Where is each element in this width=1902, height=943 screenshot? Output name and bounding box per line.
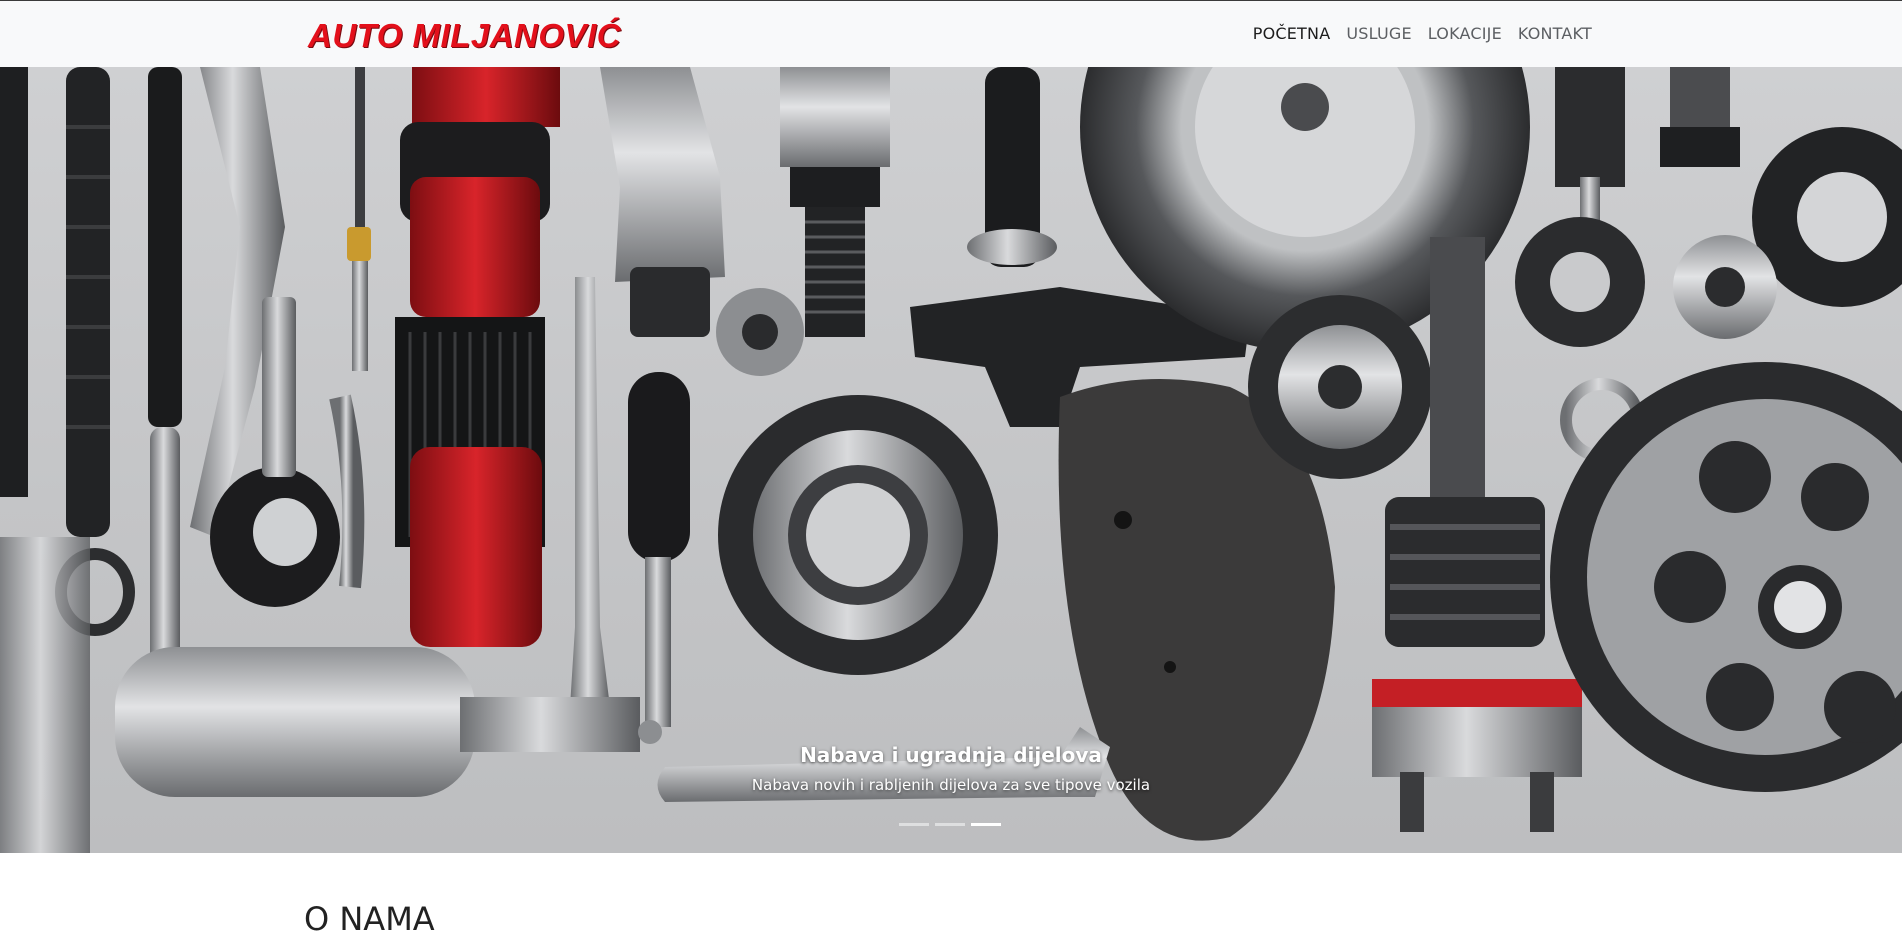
nav-menu: POČETNA USLUGE LOKACIJE KONTAKT [1253, 24, 1592, 44]
car-parts-image [0, 67, 1902, 853]
nav-item-kontakt[interactable]: KONTAKT [1518, 24, 1592, 43]
carousel-indicator-2[interactable] [935, 823, 965, 826]
nav-item-usluge[interactable]: USLUGE [1346, 24, 1411, 43]
carousel-indicator-3[interactable] [971, 823, 1001, 826]
about-heading: O NAMA [304, 900, 435, 938]
brand-logo[interactable]: AUTO MILJANOVIĆ [308, 17, 621, 55]
nav-item-lokacije[interactable]: LOKACIJE [1428, 24, 1502, 43]
hero-carousel[interactable]: Nabava i ugradnja dijelova Nabava novih … [0, 67, 1902, 853]
nav-item-pocetna[interactable]: POČETNA [1253, 24, 1331, 43]
carousel-indicators [899, 823, 1001, 826]
navbar: AUTO MILJANOVIĆ POČETNA USLUGE LOKACIJE … [0, 0, 1902, 67]
carousel-caption-text: Nabava novih i rabljenih dijelova za sve… [751, 776, 1151, 794]
carousel-caption-title: Nabava i ugradnja dijelova [800, 743, 1102, 767]
carousel-indicator-1[interactable] [899, 823, 929, 826]
